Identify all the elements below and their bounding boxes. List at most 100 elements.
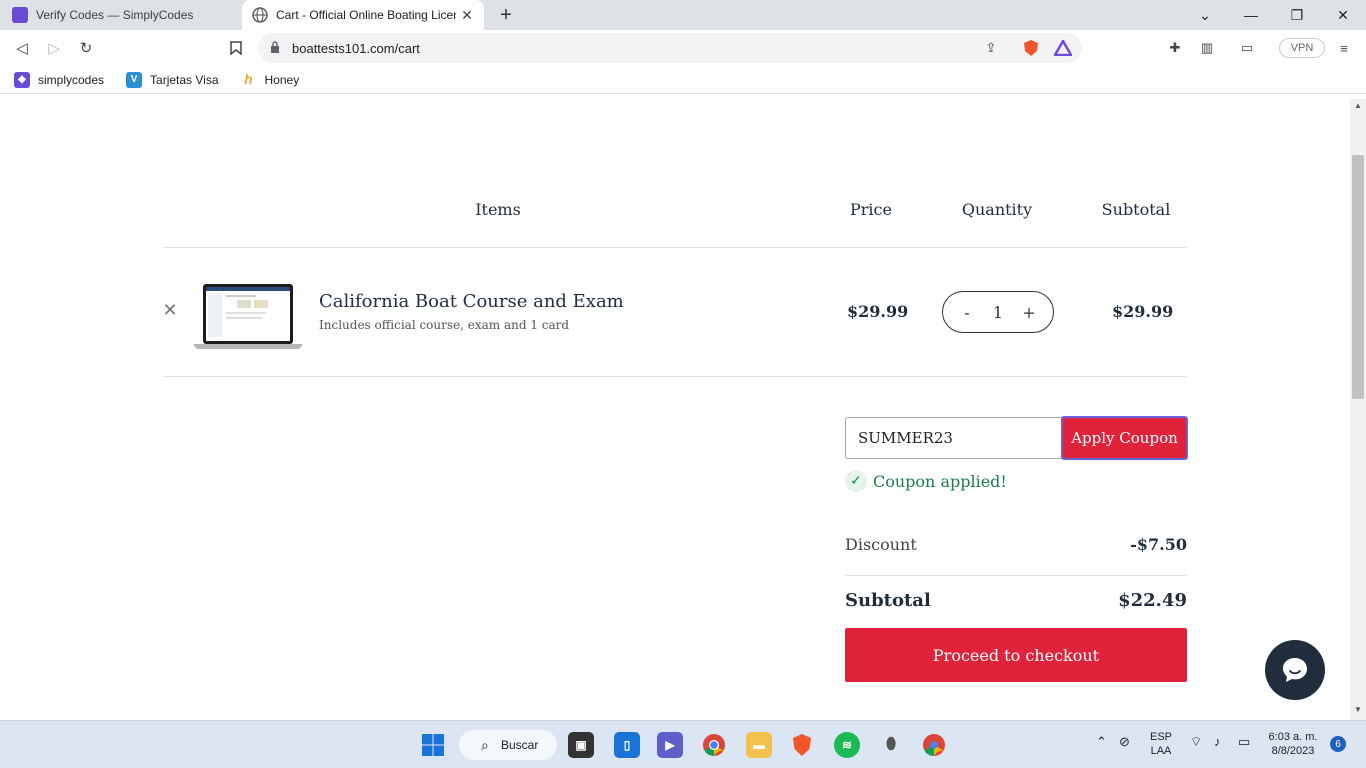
forward-icon[interactable]: ▷	[43, 37, 65, 59]
cart-page: Items Price Quantity Subtotal ✕ Californ…	[0, 99, 1350, 720]
reload-icon[interactable]: ↻	[75, 37, 97, 59]
bookmarks-bar: ◆ simplycodes V Tarjetas Visa ℎ Honey	[0, 66, 1366, 94]
lang-top: ESP	[1149, 731, 1172, 743]
brave-browser-icon[interactable]	[789, 732, 815, 758]
divider	[163, 247, 1187, 248]
close-window-icon[interactable]: ✕	[1320, 0, 1366, 30]
wallet-icon[interactable]: ▭	[1238, 39, 1256, 57]
bookmark-simplycodes[interactable]: ◆ simplycodes	[14, 71, 105, 88]
chrome-profile-icon[interactable]	[921, 732, 947, 758]
url-text: boattests101.com/cart	[292, 40, 420, 56]
bookmark-label: Honey	[264, 72, 300, 87]
menu-icon[interactable]: ≡	[1335, 39, 1353, 57]
bookmark-label: simplycodes	[38, 72, 105, 87]
tab-title: Cart - Official Online Boating License	[276, 8, 456, 22]
bookmark-label: Tarjetas Visa	[150, 72, 219, 87]
tab-cart[interactable]: Cart - Official Online Boating License ✕	[242, 0, 484, 30]
header-quantity: Quantity	[961, 200, 1033, 219]
proceed-to-checkout-button[interactable]: Proceed to checkout	[845, 628, 1187, 682]
bookmark-icon[interactable]	[225, 37, 247, 59]
coupon-input[interactable]	[845, 417, 1063, 459]
apply-coupon-button[interactable]: Apply Coupon	[1061, 416, 1188, 460]
tab-verify-codes[interactable]: Verify Codes — SimplyCodes	[0, 0, 242, 30]
honey-icon: ℎ	[244, 71, 253, 87]
scroll-up-icon[interactable]: ▲	[1350, 101, 1366, 110]
wifi-icon[interactable]: ⌔	[1190, 735, 1202, 749]
windows-taskbar: ⌕ Buscar ▣ ▯ ▶ ▬ ≋ ⬮ ⌃ ⊘ ESP LAA ⌔ ♪ ▭ 6…	[0, 720, 1366, 768]
lock-icon	[270, 40, 284, 56]
tab-title: Verify Codes — SimplyCodes	[36, 8, 194, 22]
widgets-icon[interactable]: ▯	[614, 732, 640, 758]
product-description: Includes official course, exam and 1 car…	[319, 318, 570, 332]
teams-chat-icon[interactable]: ▶	[657, 732, 683, 758]
vpn-button[interactable]: VPN	[1279, 38, 1325, 58]
windows-start-icon[interactable]	[420, 732, 446, 758]
coupon-status: ✓ Coupon applied!	[845, 469, 1007, 493]
close-tab-icon[interactable]: ✕	[456, 7, 478, 24]
volume-icon[interactable]: ♪	[1214, 735, 1221, 749]
page-scrollbar[interactable]: ▲ ▼	[1350, 99, 1366, 720]
discount-value: -$7.50	[1130, 535, 1187, 554]
language-indicator[interactable]: ESP LAA	[1146, 730, 1176, 758]
chat-widget-button[interactable]	[1265, 640, 1325, 700]
scrollbar-thumb[interactable]	[1352, 155, 1364, 399]
decrease-quantity-button[interactable]: -	[957, 303, 977, 322]
network-off-icon[interactable]: ⊘	[1119, 735, 1130, 749]
quantity-stepper: - 1 +	[942, 291, 1054, 333]
discount-label: Discount	[845, 535, 917, 554]
simplycodes-icon: ◆	[14, 71, 30, 88]
battery-icon[interactable]: ▭	[1238, 735, 1250, 749]
summary-subtotal-value: $22.49	[1118, 590, 1187, 611]
sidebar-icon[interactable]: ▥	[1198, 39, 1216, 57]
file-explorer-icon[interactable]: ▬	[746, 732, 772, 758]
task-view-icon[interactable]: ▣	[568, 732, 594, 758]
lang-bottom: LAA	[1150, 745, 1172, 757]
extensions-icon[interactable]: ✚	[1166, 39, 1184, 57]
chat-icon	[1283, 658, 1307, 682]
browser-toolbar: ◁ ▷ ↻ boattests101.com/cart ⇪ ✚ ▥ ▭ VPN …	[0, 30, 1366, 66]
divider	[845, 575, 1187, 576]
summary-subtotal-label: Subtotal	[845, 590, 931, 611]
simplycodes-favicon-icon	[12, 7, 28, 23]
header-price: Price	[850, 200, 892, 219]
quantity-value[interactable]: 1	[988, 303, 1008, 322]
back-icon[interactable]: ◁	[11, 37, 33, 59]
spotify-icon[interactable]: ≋	[834, 732, 860, 758]
chrome-icon[interactable]	[701, 732, 727, 758]
new-tab-icon[interactable]: +	[495, 4, 517, 27]
divider	[163, 376, 1187, 377]
item-subtotal: $29.99	[1112, 302, 1174, 321]
coupon-status-text: Coupon applied!	[873, 471, 1007, 491]
vpn-label: VPN	[1290, 42, 1314, 54]
product-name[interactable]: California Boat Course and Exam	[319, 291, 624, 312]
share-icon[interactable]: ⇪	[982, 39, 1000, 57]
globe-icon	[252, 7, 268, 23]
v-icon: V	[126, 71, 143, 88]
bookmark-tarjetas-visa[interactable]: V Tarjetas Visa	[126, 71, 219, 88]
tray-chevron-up-icon[interactable]: ⌃	[1096, 735, 1107, 749]
restore-icon[interactable]: ❐	[1274, 0, 1320, 30]
search-icon: ⌕	[481, 736, 489, 753]
taskbar-search[interactable]: ⌕ Buscar	[459, 730, 557, 760]
brave-shield-icon[interactable]	[1020, 39, 1042, 57]
notification-badge[interactable]: 6	[1330, 736, 1346, 752]
clock[interactable]: 6:03 a. m. 8/8/2023	[1262, 730, 1324, 758]
product-laptop-image	[193, 282, 303, 350]
bookmark-honey[interactable]: ℎ Honey	[241, 71, 300, 88]
header-items: Items	[475, 200, 521, 219]
item-price: $29.99	[847, 302, 909, 321]
address-bar[interactable]: boattests101.com/cart	[258, 33, 1082, 63]
time: 6:03 a. m.	[1268, 731, 1318, 743]
header-subtotal: Subtotal	[1101, 200, 1171, 219]
scroll-down-icon[interactable]: ▼	[1350, 705, 1366, 714]
date: 8/8/2023	[1271, 745, 1315, 757]
remove-item-icon[interactable]: ✕	[160, 300, 180, 322]
increase-quantity-button[interactable]: +	[1019, 303, 1039, 322]
check-icon: ✓	[845, 470, 867, 492]
brave-rewards-icon[interactable]	[1054, 39, 1072, 57]
tab-search-chevron-icon[interactable]: ⌄	[1182, 0, 1228, 30]
tab-strip: Verify Codes — SimplyCodes Cart - Offici…	[0, 0, 1366, 30]
minimize-icon[interactable]: —	[1228, 0, 1274, 30]
search-label: Buscar	[501, 738, 539, 752]
mouse-app-icon[interactable]: ⬮	[878, 732, 904, 758]
